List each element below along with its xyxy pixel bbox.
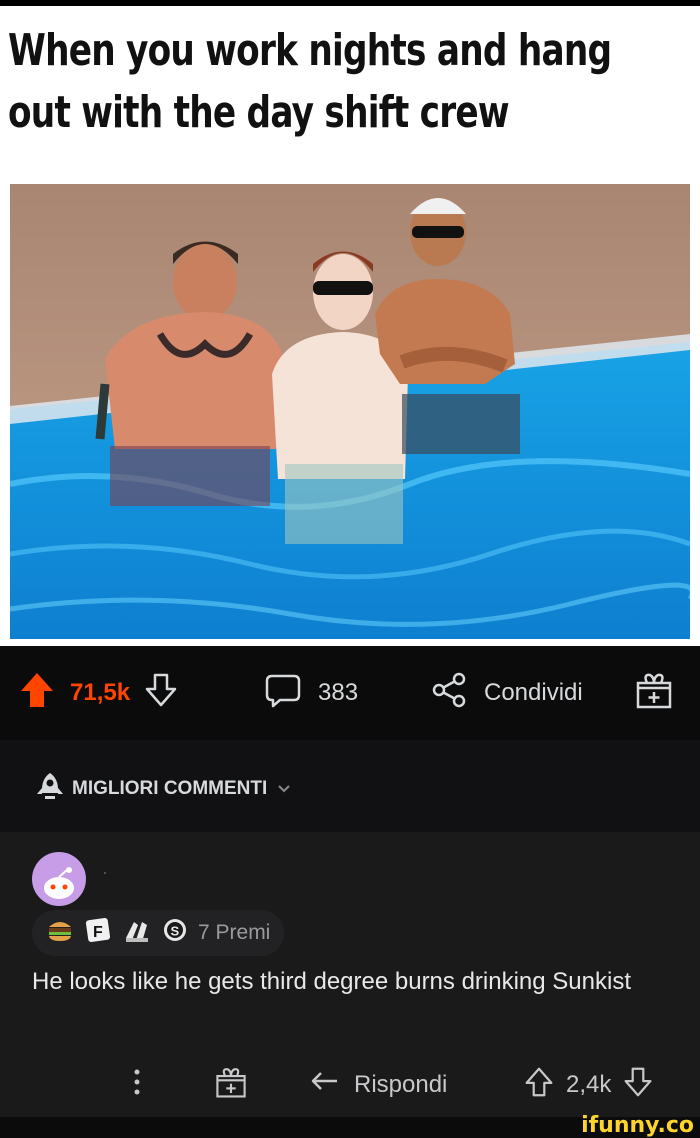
upvote-count: 71,5k <box>70 679 131 706</box>
burger-award-icon <box>46 917 74 949</box>
award-gift-button[interactable] <box>634 646 674 740</box>
meme-caption: When you work nights and hang out with t… <box>8 20 687 144</box>
awards-pill[interactable]: F S 7 Premi <box>32 910 285 956</box>
caption-line-1: When you work nights and hang <box>8 25 612 76</box>
svg-text:F: F <box>93 924 103 941</box>
comment-action-bar: Rispondi 2,4k <box>0 1054 700 1116</box>
f-award-icon: F <box>84 916 112 950</box>
comment-sort-bar[interactable]: MIGLIORI COMMENTI <box>0 740 700 832</box>
comment-vote-group: 2,4k <box>524 1066 653 1105</box>
hands-award-icon <box>122 916 152 950</box>
post-image[interactable]: When you work nights and hang out with t… <box>0 6 700 646</box>
share-label: Condividi <box>484 679 583 706</box>
gift-icon <box>634 670 674 717</box>
comment-upvote-icon[interactable] <box>524 1066 554 1105</box>
pool-photo <box>10 184 690 639</box>
silver-award-icon: S <box>162 917 188 949</box>
caption-line-2: out with the day shift crew <box>8 87 510 138</box>
awards-count: 7 Premi <box>198 921 271 944</box>
ifunny-watermark: ifunny.co <box>581 1113 694 1138</box>
upvote-arrow-icon[interactable] <box>18 670 56 717</box>
upvote-group: 71,5k <box>18 646 178 740</box>
avatar[interactable] <box>32 852 86 906</box>
more-options-icon[interactable] <box>132 1067 142 1104</box>
comment-count: 383 <box>318 679 359 706</box>
comment-card: · F S 7 Premi He looks like he gets thir… <box>0 832 700 1117</box>
sort-selector[interactable]: MIGLIORI COMMENTI <box>34 770 291 808</box>
comment-gift-icon[interactable] <box>214 1065 248 1106</box>
svg-text:S: S <box>171 924 180 939</box>
sort-label: MIGLIORI COMMENTI <box>72 778 268 799</box>
share-icon <box>430 671 468 716</box>
reply-arrow-icon <box>310 1069 340 1102</box>
chevron-down-icon <box>277 778 291 800</box>
reply-label: Rispondi <box>354 1071 448 1098</box>
username[interactable]: · <box>102 862 108 883</box>
comment-downvote-icon[interactable] <box>623 1066 653 1105</box>
comment-bubble-icon <box>264 671 302 716</box>
share-button[interactable]: Condividi <box>430 646 583 740</box>
rocket-icon <box>34 770 66 808</box>
comment-vote-count: 2,4k <box>566 1071 612 1098</box>
comments-button[interactable]: 383 <box>264 646 358 740</box>
reply-button[interactable]: Rispondi <box>310 1069 447 1102</box>
post-action-bar: 71,5k 383 Condividi <box>0 646 700 740</box>
downvote-arrow-icon[interactable] <box>144 672 178 715</box>
comment-text: He looks like he gets third degree burns… <box>32 968 631 995</box>
